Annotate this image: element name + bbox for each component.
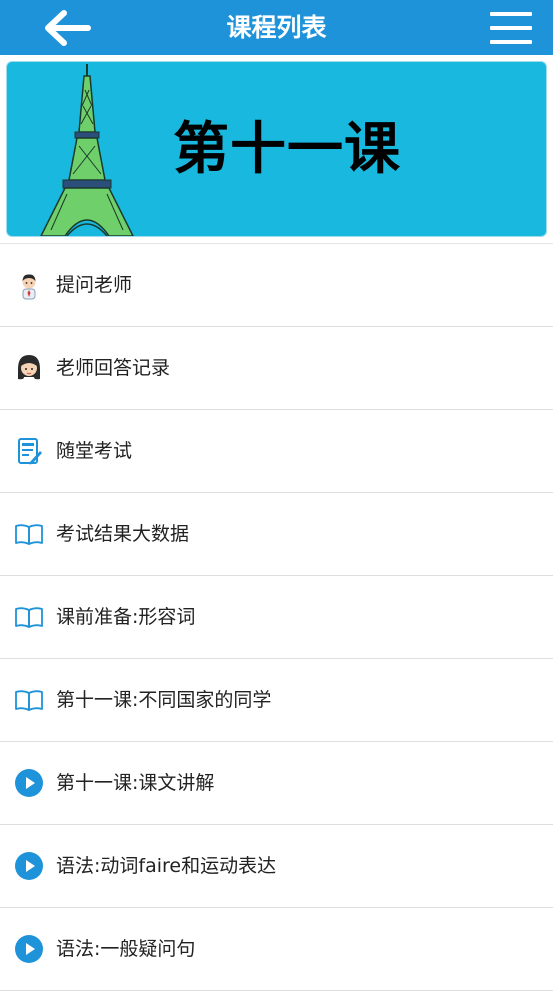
list-item-lesson-text[interactable]: 第十一课:不同国家的同学 (0, 659, 553, 742)
list-item-label: 第十一课:不同国家的同学 (56, 689, 272, 711)
list-item-label: 考试结果大数据 (56, 523, 190, 545)
lesson-banner: 第十一课 (6, 61, 547, 237)
girl-avatar-icon (18, 355, 40, 380)
list-item-label: 课前准备:形容词 (56, 606, 196, 628)
list-item-quiz[interactable]: 随堂考试 (0, 410, 553, 493)
list-item-label: 提问老师 (56, 274, 133, 296)
eiffel-tower-illustration (40, 64, 134, 236)
list-item-ask-teacher[interactable]: 提问老师 (0, 244, 553, 327)
list-item-label: 老师回答记录 (56, 357, 171, 379)
play-circle-icon (15, 935, 43, 963)
lesson-title: 第十一课 (173, 117, 401, 182)
list-item-exam-results[interactable]: 考试结果大数据 (0, 493, 553, 576)
list-item-lesson-video[interactable]: 第十一课:课文讲解 (0, 742, 553, 825)
open-book-icon (15, 690, 43, 711)
list-item-label: 第十一课:课文讲解 (56, 772, 215, 794)
open-book-icon (15, 524, 43, 545)
hamburger-menu-icon (490, 12, 532, 44)
open-book-icon (15, 607, 43, 628)
list-item-grammar-faire[interactable]: 语法:动词faire和运动表达 (0, 825, 553, 908)
course-list: 提问老师 老师回答记录 随堂考试 考试结果大数据 课前准备:形容词 第十一课:不… (0, 243, 553, 991)
list-item-label: 随堂考试 (56, 440, 133, 462)
teacher-avatar-icon (22, 274, 36, 300)
list-item-label: 语法:动词faire和运动表达 (56, 855, 277, 877)
list-item-label: 语法:一般疑问句 (56, 938, 196, 960)
menu-button[interactable] (488, 9, 534, 47)
play-circle-icon (15, 852, 43, 880)
app-header: 课程列表 (0, 0, 553, 55)
exam-sheet-icon (18, 438, 42, 465)
arrow-left-icon (45, 10, 91, 46)
play-circle-icon (15, 769, 43, 797)
back-button[interactable] (40, 8, 92, 48)
list-item-adjectives[interactable]: 课前准备:形容词 (0, 576, 553, 659)
list-item-grammar-questions[interactable]: 语法:一般疑问句 (0, 908, 553, 991)
list-item-answer-records[interactable]: 老师回答记录 (0, 327, 553, 410)
